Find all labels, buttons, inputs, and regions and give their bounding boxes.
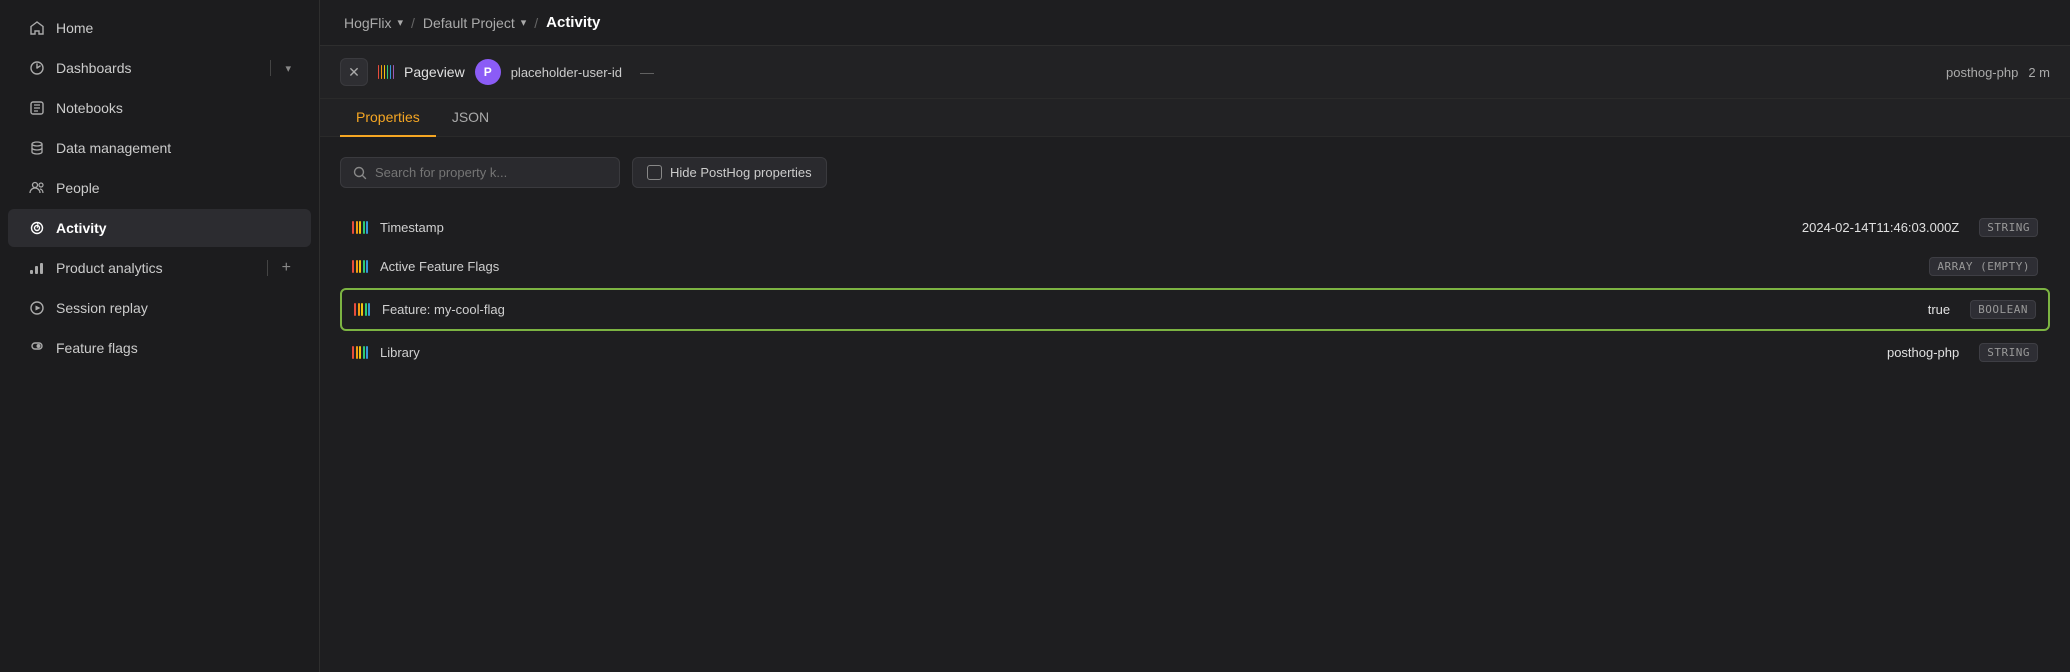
event-rainbow-icon — [378, 64, 394, 80]
activity-icon — [28, 219, 46, 237]
tab-properties[interactable]: Properties — [340, 99, 436, 137]
filter-label: Hide PostHog properties — [670, 165, 812, 180]
property-row-active-feature-flags: Active Feature Flags ARRAY (EMPTY) — [340, 247, 2050, 286]
event-name: Pageview — [404, 64, 465, 80]
property-icon-active-feature-flags — [352, 259, 368, 275]
hide-posthog-properties-button[interactable]: Hide PostHog properties — [632, 157, 827, 188]
breadcrumb-org-dropdown[interactable]: ▾ — [397, 16, 403, 29]
sidebar-item-dashboards[interactable]: Dashboards ▾ — [8, 49, 311, 87]
add-icon[interactable]: + — [282, 259, 291, 277]
sidebar-item-activity[interactable]: Activity — [8, 209, 311, 247]
sidebar-item-label-activity: Activity — [56, 220, 291, 236]
event-header: ✕ Pageview P placeholder-user-id — posth… — [320, 46, 2070, 99]
property-name-active-feature-flags: Active Feature Flags — [380, 259, 1897, 274]
properties-table: Timestamp 2024-02-14T11:46:03.000Z STRIN… — [340, 208, 2050, 372]
search-icon — [353, 166, 367, 180]
property-row-timestamp: Timestamp 2024-02-14T11:46:03.000Z STRIN… — [340, 208, 2050, 247]
sidebar-item-notebooks[interactable]: Notebooks — [8, 89, 311, 127]
property-value-feature-my-cool-flag: true — [1928, 302, 1950, 317]
data-management-icon — [28, 139, 46, 157]
breadcrumb-sep-1: / — [411, 15, 415, 31]
product-analytics-icon — [28, 259, 46, 277]
main-content: HogFlix ▾ / Default Project ▾ / Activity… — [320, 0, 2070, 672]
property-type-feature-my-cool-flag: BOOLEAN — [1970, 300, 2036, 319]
event-library: posthog-php — [1946, 65, 2018, 80]
property-value-timestamp: 2024-02-14T11:46:03.000Z — [1802, 220, 1959, 235]
close-button[interactable]: ✕ — [340, 58, 368, 86]
breadcrumb-org[interactable]: HogFlix — [344, 15, 391, 31]
properties-content: Hide PostHog properties Timestamp 2024-0… — [320, 137, 2070, 672]
breadcrumb-project[interactable]: Default Project — [423, 15, 515, 31]
dashboards-icon — [28, 59, 46, 77]
search-row: Hide PostHog properties — [340, 157, 2050, 188]
sidebar-item-label-feature-flags: Feature flags — [56, 340, 291, 356]
people-icon — [28, 179, 46, 197]
sidebar-item-product-analytics[interactable]: Product analytics + — [8, 249, 311, 287]
event-dash: — — [640, 64, 654, 80]
sidebar-item-label-people: People — [56, 180, 291, 196]
property-icon-timestamp — [352, 220, 368, 236]
sidebar-item-people[interactable]: People — [8, 169, 311, 207]
property-icon-library — [352, 345, 368, 361]
sidebar-item-data-management[interactable]: Data management — [8, 129, 311, 167]
breadcrumb-project-dropdown[interactable]: ▾ — [521, 16, 527, 29]
property-icon-feature-my-cool-flag — [354, 302, 370, 318]
divider — [270, 60, 271, 76]
sidebar: Home Dashboards ▾ Notebooks — [0, 0, 320, 672]
property-row-feature-my-cool-flag: Feature: my-cool-flag true BOOLEAN — [340, 288, 2050, 331]
notebooks-icon — [28, 99, 46, 117]
property-type-active-feature-flags: ARRAY (EMPTY) — [1929, 257, 2038, 276]
divider — [267, 260, 268, 276]
sidebar-item-feature-flags[interactable]: Feature flags — [8, 329, 311, 367]
sidebar-item-home[interactable]: Home — [8, 9, 311, 47]
property-type-timestamp: STRING — [1979, 218, 2038, 237]
tab-json[interactable]: JSON — [436, 99, 505, 137]
property-name-feature-my-cool-flag: Feature: my-cool-flag — [382, 302, 1916, 317]
breadcrumb-page: Activity — [546, 14, 600, 31]
sidebar-item-label-session-replay: Session replay — [56, 300, 291, 316]
search-input[interactable] — [375, 165, 607, 180]
user-id: placeholder-user-id — [511, 65, 622, 80]
tabs-bar: Properties JSON — [320, 99, 2070, 137]
feature-flags-icon — [28, 339, 46, 357]
sidebar-item-session-replay[interactable]: Session replay — [8, 289, 311, 327]
property-value-library: posthog-php — [1887, 345, 1959, 360]
breadcrumb-sep-2: / — [534, 15, 538, 31]
property-name-timestamp: Timestamp — [380, 220, 1790, 235]
breadcrumb-bar: HogFlix ▾ / Default Project ▾ / Activity — [320, 0, 2070, 46]
event-more: 2 m — [2028, 65, 2050, 80]
sidebar-item-label-notebooks: Notebooks — [56, 100, 291, 116]
session-replay-icon — [28, 299, 46, 317]
chevron-down-icon: ▾ — [285, 62, 291, 75]
sidebar-item-label-data-management: Data management — [56, 140, 291, 156]
sidebar-item-label-home: Home — [56, 20, 291, 36]
property-name-library: Library — [380, 345, 1875, 360]
user-avatar: P — [475, 59, 501, 85]
property-row-library: Library posthog-php STRING — [340, 333, 2050, 372]
sidebar-item-label-dashboards: Dashboards — [56, 60, 256, 76]
sidebar-item-label-product-analytics: Product analytics — [56, 260, 253, 276]
property-type-library: STRING — [1979, 343, 2038, 362]
filter-checkbox — [647, 165, 662, 180]
home-icon — [28, 19, 46, 37]
search-box[interactable] — [340, 157, 620, 188]
